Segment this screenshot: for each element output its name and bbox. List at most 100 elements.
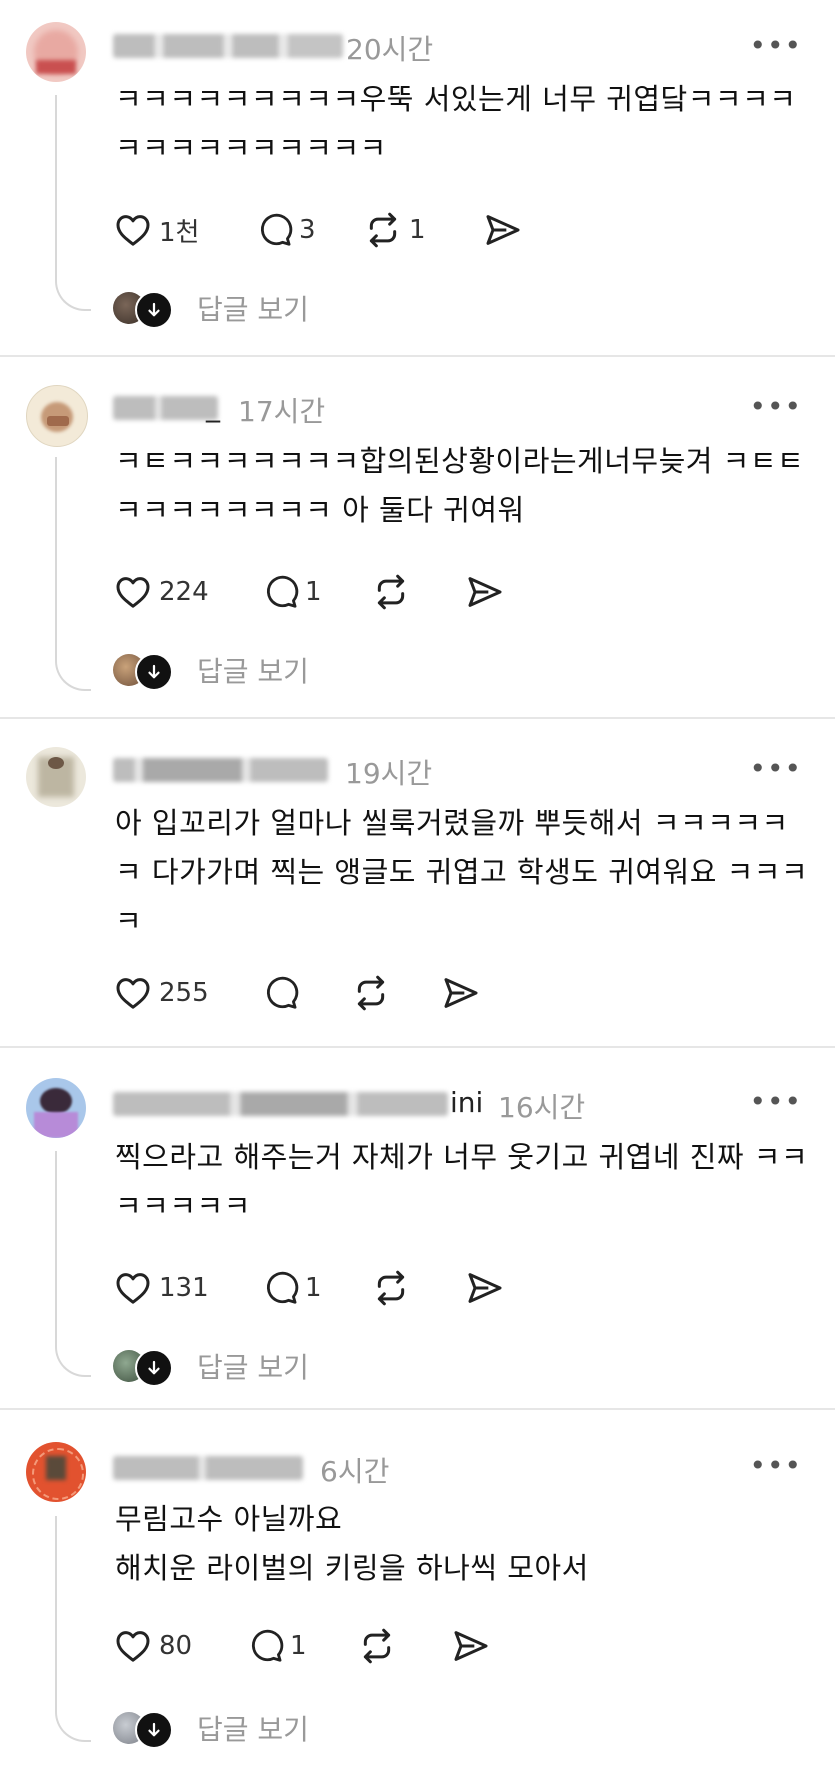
view-replies[interactable]: 답글 보기 <box>113 653 333 691</box>
view-replies[interactable]: 답글 보기 <box>113 1711 333 1749</box>
username-tail: _ <box>206 390 220 423</box>
like-button[interactable]: 80 <box>113 1624 192 1668</box>
repost-icon <box>357 975 385 1011</box>
view-replies-label: 답글 보기 <box>197 1713 309 1746</box>
share-button[interactable] <box>465 570 505 614</box>
comment-bubble-icon <box>266 976 299 1009</box>
timestamp: 17시간 <box>238 395 326 428</box>
heart-icon <box>116 1273 150 1304</box>
repost-icon <box>377 1270 405 1306</box>
repost-button[interactable] <box>351 971 391 1015</box>
comment-text: ㅋㅌㅋㅋㅋㅋㅋㅋㅋ합의된상황이라는게너무늦겨 ㅋㅌㅌ ㅋㅋㅋㅋㅋㅋㅋㅋ 아 둘다… <box>115 444 805 527</box>
send-icon <box>468 1273 502 1303</box>
like-count: 255 <box>159 978 209 1008</box>
thread-curve <box>55 655 91 691</box>
like-count: 131 <box>159 1273 209 1303</box>
comment-4: ini 16시간 ••• 찍으라고 해주는거 자체가 너무 웃기고 귀엽네 진짜… <box>0 1048 835 1408</box>
send-icon <box>468 577 502 607</box>
repost-button[interactable] <box>371 1266 411 1310</box>
comment-text: ㅋㅋㅋㅋㅋㅋㅋㅋㅋ우뚝 서있는게 너무 귀엽닼ㅋㅋㅋㅋ ㅋㅋㅋㅋㅋㅋㅋㅋㅋㅋ <box>115 82 797 165</box>
like-button[interactable]: 224 <box>113 570 209 614</box>
comment-2: _ 17시간 ••• ㅋㅌㅋㅋㅋㅋㅋㅋㅋ합의된상황이라는게너무늦겨 ㅋㅌㅌ ㅋㅋ… <box>0 357 835 717</box>
thread-line <box>55 457 57 655</box>
like-button[interactable]: 255 <box>113 971 209 1015</box>
comment-bubble-icon <box>266 1271 299 1304</box>
repost-icon <box>369 212 397 248</box>
timestamp: 19시간 <box>345 757 433 790</box>
reply-button[interactable]: 3 <box>255 208 316 252</box>
repost-icon <box>377 574 405 610</box>
username-blurred[interactable] <box>113 1092 448 1116</box>
comment-5: 6시간 ••• 무림고수 아닐까요 해치운 라이벌의 키링을 하나씩 모아서 8… <box>0 1410 835 1765</box>
more-horizontal-icon[interactable]: ••• <box>749 393 802 421</box>
reply-button[interactable] <box>261 971 299 1015</box>
timestamp: 16시간 <box>498 1091 586 1124</box>
reply-button[interactable]: 1 <box>261 1266 322 1310</box>
more-horizontal-icon[interactable]: ••• <box>749 755 802 783</box>
thread-line <box>55 1516 57 1706</box>
reply-button[interactable]: 1 <box>246 1624 307 1668</box>
arrow-down-icon <box>135 1711 173 1749</box>
action-bar: 1천 3 1 <box>113 208 563 252</box>
like-button[interactable]: 1천 <box>113 208 199 252</box>
send-icon <box>444 978 478 1008</box>
reply-count: 1 <box>290 1631 307 1661</box>
comment-text: 아 입꼬리가 얼마나 씰룩거렸을까 뿌듯해서 ㅋㅋㅋㅋㅋ ㅋ 다가가며 찍는 앵… <box>115 806 809 938</box>
share-button[interactable] <box>441 971 481 1015</box>
arrow-down-icon <box>135 653 173 691</box>
username-blurred[interactable] <box>113 396 218 420</box>
avatar[interactable] <box>26 747 86 807</box>
thread-line <box>55 95 57 275</box>
reply-button[interactable]: 1 <box>261 570 322 614</box>
avatar[interactable] <box>26 22 86 82</box>
reply-count: 1 <box>305 577 322 607</box>
username-blurred[interactable] <box>113 34 343 58</box>
view-replies-label: 답글 보기 <box>197 1351 309 1384</box>
thread-curve <box>55 1341 91 1377</box>
username-blurred[interactable] <box>113 758 328 782</box>
more-horizontal-icon[interactable]: ••• <box>749 1452 802 1480</box>
share-button[interactable] <box>451 1624 491 1668</box>
username-blurred[interactable] <box>113 1456 303 1480</box>
avatar[interactable] <box>26 1078 86 1138</box>
action-bar: 131 1 <box>113 1266 513 1310</box>
send-icon <box>454 1631 488 1661</box>
comment-3: 19시간 ••• 아 입꼬리가 얼마나 씰룩거렸을까 뿌듯해서 ㅋㅋㅋㅋㅋ ㅋ … <box>0 719 835 1046</box>
avatar[interactable] <box>26 385 88 447</box>
send-icon <box>486 215 520 245</box>
reply-count: 3 <box>299 215 316 245</box>
like-count: 1천 <box>159 217 200 248</box>
action-bar: 80 1 <box>113 1624 493 1668</box>
timestamp: 20시간 <box>346 33 434 66</box>
heart-icon <box>116 978 150 1009</box>
repost-count: 1 <box>409 215 426 245</box>
more-horizontal-icon[interactable]: ••• <box>749 1088 802 1116</box>
thread-curve <box>55 1706 91 1742</box>
repost-button[interactable]: 1 <box>363 208 426 252</box>
comment-1: 20시간 ••• ㅋㅋㅋㅋㅋㅋㅋㅋㅋ우뚝 서있는게 너무 귀엽닼ㅋㅋㅋㅋ ㅋㅋㅋ… <box>0 0 835 355</box>
arrow-down-icon <box>135 1349 173 1387</box>
heart-icon <box>116 1631 150 1662</box>
thread-curve <box>55 275 91 311</box>
view-replies[interactable]: 답글 보기 <box>113 1349 333 1387</box>
view-replies-label: 답글 보기 <box>197 293 309 326</box>
share-button[interactable] <box>465 1266 505 1310</box>
heart-icon <box>116 215 150 246</box>
repost-icon <box>363 1628 391 1664</box>
action-bar: 255 <box>113 971 493 1015</box>
comment-bubble-icon <box>251 1629 284 1662</box>
repost-button[interactable] <box>357 1624 397 1668</box>
like-count: 224 <box>159 577 209 607</box>
reply-count: 1 <box>305 1273 322 1303</box>
share-button[interactable] <box>483 208 523 252</box>
like-button[interactable]: 131 <box>113 1266 209 1310</box>
like-count: 80 <box>159 1631 193 1661</box>
view-replies[interactable]: 답글 보기 <box>113 291 333 329</box>
comment-text: 찍으라고 해주는거 자체가 너무 웃기고 귀엽네 진짜 ㅋㅋ ㅋㅋㅋㅋㅋ <box>115 1140 809 1223</box>
repost-button[interactable] <box>371 570 411 614</box>
comment-text: 무림고수 아닐까요 해치운 라이벌의 키링을 하나씩 모아서 <box>115 1502 589 1585</box>
more-horizontal-icon[interactable]: ••• <box>749 32 802 60</box>
comment-bubble-icon <box>266 575 299 608</box>
arrow-down-icon <box>135 291 173 329</box>
avatar[interactable] <box>26 1442 86 1502</box>
